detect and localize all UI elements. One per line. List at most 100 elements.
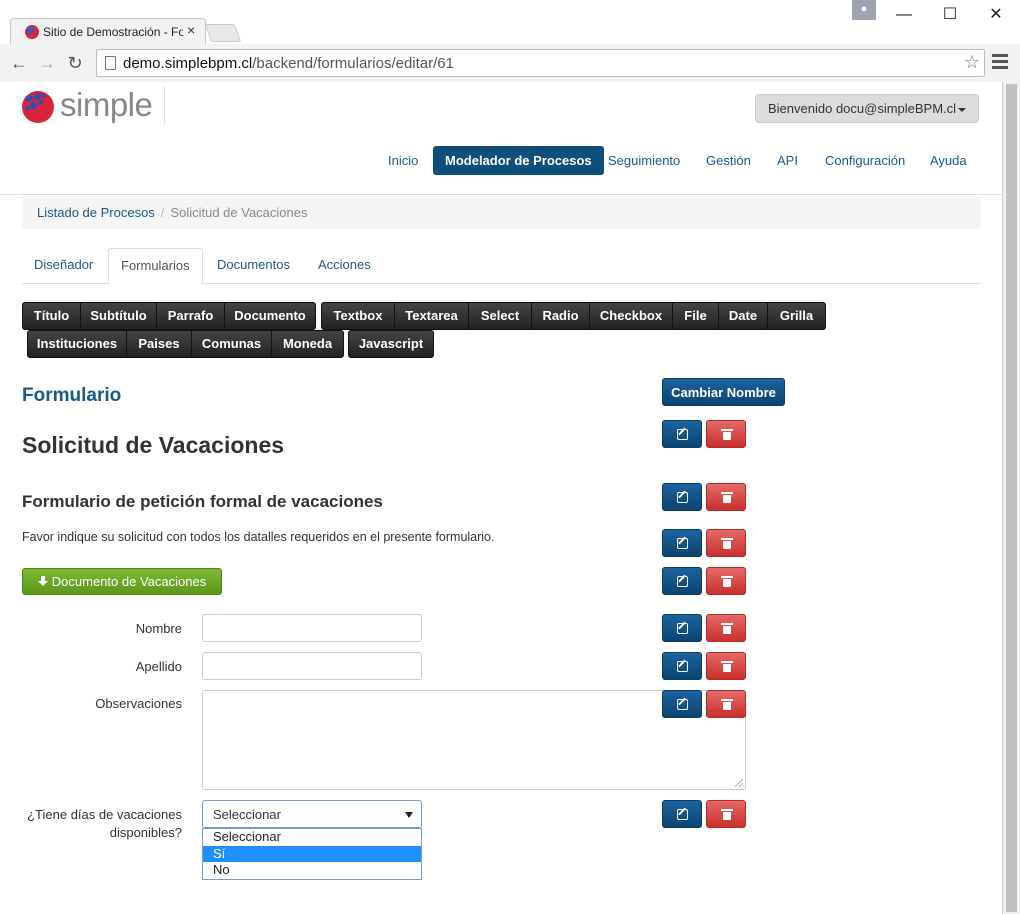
edit-button[interactable]: [662, 529, 702, 557]
add-documento-button[interactable]: Documento: [224, 302, 316, 330]
nav-seguimiento[interactable]: Seguimiento: [608, 146, 680, 175]
page-scrollbar[interactable]: [1003, 82, 1020, 914]
tab-title: Sitio de Demostración - Fo: [43, 25, 183, 39]
logo-text: simple: [60, 86, 153, 123]
delete-button[interactable]: [706, 690, 746, 718]
tab-formularios[interactable]: Formularios: [108, 248, 203, 285]
add-paises-button[interactable]: Paises: [126, 330, 192, 358]
nav-modelador-de-procesos[interactable]: Modelador de Procesos: [433, 146, 604, 175]
nav-configuracion[interactable]: Configuración: [825, 146, 905, 175]
add-textarea-button[interactable]: Textarea: [394, 302, 469, 330]
add-comunas-button[interactable]: Comunas: [191, 330, 272, 358]
select-option[interactable]: Sí: [203, 845, 421, 862]
vacaciones-select-label: ¿Tiene días de vacaciones disponibles?: [27, 807, 182, 840]
add-instituciones-button[interactable]: Instituciones: [27, 330, 127, 358]
url-text: demo.simplebpm.cl/backend/formularios/ed…: [123, 55, 454, 72]
close-window-button[interactable]: ✕: [982, 4, 1010, 26]
edit-button[interactable]: [662, 614, 702, 642]
reload-icon[interactable]: ↻: [64, 52, 86, 74]
add-titulo-button[interactable]: Título: [22, 302, 81, 330]
resize-grip-icon[interactable]: [735, 779, 743, 787]
breadcrumb: Listado de Procesos / Solicitud de Vacacio…: [22, 196, 981, 229]
tab-close-icon[interactable]: ×: [187, 22, 195, 38]
add-parrafo-button[interactable]: Parrafo: [156, 302, 225, 330]
edit-icon: [677, 661, 688, 672]
favicon-icon: [25, 25, 39, 39]
breadcrumb-current: Solicitud de Vacaciones: [170, 205, 308, 220]
edit-icon: [677, 809, 688, 820]
select-option[interactable]: Seleccionar: [203, 829, 421, 846]
edit-button[interactable]: [662, 420, 702, 448]
add-textbox-button[interactable]: Textbox: [321, 302, 395, 330]
nav-inicio[interactable]: Inicio: [388, 146, 418, 175]
apellido-input[interactable]: [202, 652, 422, 680]
browser-chrome: Sitio de Demostración - Fo × ● — ☐ ✕ ← →…: [0, 0, 1020, 82]
profile-icon[interactable]: ●: [852, 0, 876, 20]
form-title: Solicitud de Vacaciones: [22, 432, 285, 458]
trash-icon: [721, 809, 733, 820]
add-select-button[interactable]: Select: [468, 302, 532, 330]
back-icon[interactable]: ←: [8, 52, 30, 74]
document-button-label: Documento de Vacaciones: [51, 574, 207, 589]
add-date-button[interactable]: Date: [718, 302, 768, 330]
bookmark-star-icon[interactable]: ☆: [964, 52, 980, 73]
delete-button[interactable]: [706, 652, 746, 680]
add-radio-button[interactable]: Radio: [531, 302, 590, 330]
edit-icon: [677, 623, 688, 634]
edit-button[interactable]: [662, 567, 702, 595]
breadcrumb-link-processes[interactable]: Listado de Procesos: [37, 205, 155, 220]
tab-disenador[interactable]: Diseñador: [22, 248, 105, 284]
browser-menu-icon[interactable]: [990, 52, 1010, 72]
simple-logo[interactable]: simple: [22, 86, 172, 124]
form-paragraph: Favor indique su solicitud con todos los…: [22, 530, 495, 544]
cambiar-nombre-button[interactable]: Cambiar Nombre: [662, 378, 785, 406]
edit-button[interactable]: [662, 800, 702, 828]
nombre-input[interactable]: [202, 614, 422, 642]
add-javascript-button[interactable]: Javascript: [348, 330, 434, 358]
select-value: Seleccionar: [213, 807, 281, 822]
forward-icon[interactable]: →: [36, 52, 58, 74]
apellido-label: Apellido: [135, 659, 182, 674]
tab-strip: Sitio de Demostración - Fo × ● — ☐ ✕: [0, 0, 1020, 44]
nav-api[interactable]: API: [777, 146, 798, 175]
delete-button[interactable]: [706, 483, 746, 511]
edit-button[interactable]: [662, 483, 702, 511]
edit-icon: [677, 538, 688, 549]
new-tab-button[interactable]: [204, 24, 242, 42]
delete-button[interactable]: [706, 800, 746, 828]
add-subtitulo-button[interactable]: Subtítulo: [80, 302, 157, 330]
delete-button[interactable]: [706, 529, 746, 557]
edit-button[interactable]: [662, 652, 702, 680]
breadcrumb-separator: /: [160, 205, 165, 220]
form-subtitle: Formulario de petición formal de vacacio…: [22, 492, 383, 511]
user-menu-dropdown[interactable]: Bienvenido docu@simpleBPM.cl: [755, 94, 979, 123]
nav-gestion[interactable]: Gestión: [706, 146, 751, 175]
caret-down-icon: [958, 107, 967, 112]
trash-icon: [721, 492, 733, 503]
delete-button[interactable]: [706, 567, 746, 595]
scrollbar-thumb[interactable]: [1006, 84, 1017, 912]
add-moneda-button[interactable]: Moneda: [271, 330, 344, 358]
nav-ayuda[interactable]: Ayuda: [930, 146, 967, 175]
edit-icon: [677, 576, 688, 587]
page-icon: [105, 56, 116, 70]
delete-button[interactable]: [706, 420, 746, 448]
browser-toolbar: ← → ↻ demo.simplebpm.cl/backend/formular…: [0, 44, 1020, 82]
add-checkbox-button[interactable]: Checkbox: [589, 302, 673, 330]
maximize-button[interactable]: ☐: [936, 4, 964, 26]
nombre-label: Nombre: [135, 621, 182, 636]
tab-acciones[interactable]: Acciones: [306, 248, 383, 284]
select-option[interactable]: No: [203, 862, 421, 879]
edit-icon: [677, 699, 688, 710]
add-file-button[interactable]: File: [672, 302, 719, 330]
browser-tab[interactable]: Sitio de Demostración - Fo ×: [10, 18, 206, 44]
add-grilla-button[interactable]: Grilla: [767, 302, 826, 330]
vacaciones-select[interactable]: Seleccionar: [202, 800, 422, 828]
tab-documentos[interactable]: Documentos: [205, 248, 302, 284]
minimize-button[interactable]: —: [890, 4, 918, 26]
documento-vacaciones-button[interactable]: Documento de Vacaciones: [22, 568, 222, 595]
edit-button[interactable]: [662, 690, 702, 718]
delete-button[interactable]: [706, 614, 746, 642]
logo-mark-icon: [22, 91, 54, 123]
address-bar[interactable]: demo.simplebpm.cl/backend/formularios/ed…: [96, 49, 985, 77]
